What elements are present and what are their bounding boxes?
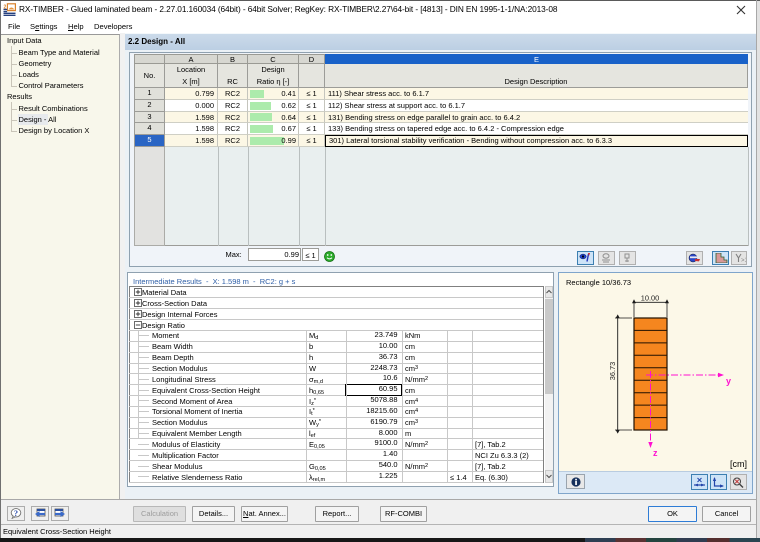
svg-text:10.00: 10.00 [641,294,660,303]
svg-text:z: z [653,448,658,458]
svg-text:?: ? [14,509,18,518]
svg-text:36.73: 36.73 [608,362,617,381]
svg-text:>1: >1 [741,258,746,263]
svg-text:[cm]: [cm] [730,459,747,469]
svg-text:y: y [726,376,731,386]
